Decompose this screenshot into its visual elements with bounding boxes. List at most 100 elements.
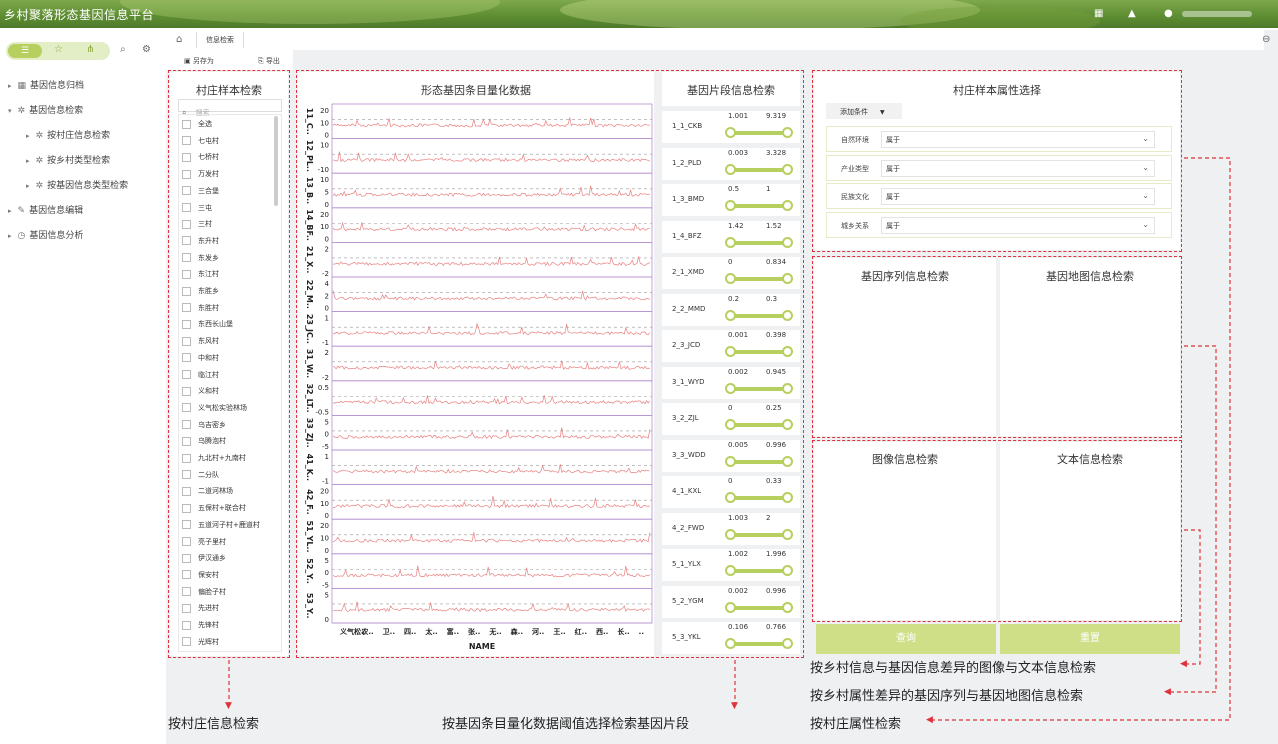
attribute-select[interactable]: 属于 ⌄ [881,131,1155,148]
checkbox[interactable] [182,152,191,162]
attribute-select[interactable]: 属于 ⌄ [881,188,1155,206]
village-list-item[interactable]: 临江村 [182,370,278,384]
village-list-item[interactable]: 七桥村 [182,152,278,166]
checkbox[interactable] [182,637,191,647]
checkbox[interactable] [182,420,191,430]
village-list-item[interactable]: 三屯 [182,203,278,217]
range-max-handle[interactable] [782,455,793,467]
range-min-handle[interactable] [725,163,736,175]
village-list-item[interactable]: 亮子里村 [182,537,278,551]
range-max-handle[interactable] [782,273,793,284]
range-max-handle[interactable] [782,236,793,248]
checkbox[interactable] [182,587,191,597]
checkbox[interactable] [182,186,191,196]
village-list-item[interactable]: 二道河林场 [182,486,278,500]
village-list-item[interactable]: 东风村 [182,336,278,350]
checkbox[interactable] [182,537,191,546]
checkbox[interactable] [182,203,191,212]
range-max-handle[interactable] [782,309,793,321]
range-track[interactable] [730,167,788,172]
checkbox[interactable] [182,403,191,413]
range-min-handle[interactable] [725,455,736,467]
attribute-select[interactable]: 属于 ⌄ [881,159,1155,177]
village-list-item[interactable]: 二分队 [182,470,278,484]
checkbox[interactable] [182,503,191,513]
checkbox[interactable] [182,286,191,296]
range-max-handle[interactable] [782,528,793,540]
range-track[interactable] [730,350,788,354]
village-list-item[interactable]: 三合堡 [182,186,278,200]
checkbox[interactable] [182,603,191,613]
village-list-item[interactable]: 先锋村 [182,620,278,634]
village-list-item[interactable]: 东胜村 [182,303,278,317]
range-max-handle[interactable] [782,382,793,394]
range-track[interactable] [730,204,788,208]
range-track[interactable] [730,131,788,135]
village-list-item[interactable]: 偏脸子村 [182,587,278,601]
checkbox[interactable] [182,219,191,229]
checkbox[interactable] [182,353,191,363]
range-track[interactable] [730,240,788,245]
attribute-select[interactable]: 属于 ⌄ [881,216,1155,234]
checkbox[interactable] [182,319,191,329]
checkbox[interactable] [182,453,191,463]
range-track[interactable] [730,496,788,500]
village-list-item[interactable]: 东升村 [182,236,278,250]
range-track[interactable] [730,313,788,318]
range-min-handle[interactable] [725,309,736,321]
checkbox[interactable] [182,370,191,379]
village-list-item[interactable]: 东胜乡 [182,286,278,300]
village-list-item[interactable]: 东西长山堡 [182,319,278,333]
checkbox[interactable] [182,136,191,146]
village-list-item[interactable]: 五保村+联合村 [182,503,278,517]
range-min-handle[interactable] [725,236,736,248]
range-min-handle[interactable] [725,528,736,540]
village-list-item[interactable]: 乌吉密乡 [182,420,278,434]
village-list-item[interactable]: 乌腾泡村 [182,436,278,450]
village-list-item[interactable]: 东发乡 [182,253,278,267]
checkbox[interactable] [182,436,191,446]
checkbox[interactable] [182,169,191,179]
village-list-item[interactable]: 七屯村 [182,136,278,150]
checkbox[interactable] [182,303,191,313]
range-min-handle[interactable] [725,200,736,211]
checkbox[interactable] [182,520,191,530]
range-track[interactable] [730,459,788,464]
village-list-item[interactable]: 九北村+九南村 [182,453,278,467]
range-max-handle[interactable] [782,127,793,138]
village-list-item[interactable]: 义和村 [182,386,278,400]
range-min-handle[interactable] [725,382,736,394]
range-min-handle[interactable] [725,127,736,138]
range-max-handle[interactable] [782,638,793,649]
range-max-handle[interactable] [782,601,793,613]
range-min-handle[interactable] [725,492,736,503]
checkbox[interactable] [182,570,191,580]
village-list-item[interactable]: 三村 [182,219,278,233]
range-track[interactable] [730,642,788,646]
village-list-item[interactable]: 先进村 [182,603,278,617]
checkbox[interactable] [182,236,191,246]
village-list-item[interactable]: 五道河子村+鹿道村 [182,520,278,534]
range-max-handle[interactable] [782,419,793,430]
range-track[interactable] [730,386,788,391]
village-list-item[interactable]: 东江村 [182,269,278,283]
village-list-item[interactable]: 保安村 [182,570,278,584]
village-list-item[interactable]: 义气松实验林场 [182,403,278,417]
village-list-item[interactable]: 光辉村 [182,637,278,651]
range-min-handle[interactable] [725,273,736,284]
range-min-handle[interactable] [725,419,736,430]
range-track[interactable] [730,532,788,537]
range-min-handle[interactable] [725,638,736,649]
range-min-handle[interactable] [725,346,736,357]
range-min-handle[interactable] [725,601,736,613]
range-max-handle[interactable] [782,200,793,211]
checkbox[interactable] [182,470,191,480]
checkbox[interactable] [182,119,191,129]
range-max-handle[interactable] [782,492,793,503]
village-list-item[interactable]: 伊汉通乡 [182,553,278,567]
village-list-item[interactable]: 全选 [182,119,278,133]
range-max-handle[interactable] [782,163,793,175]
checkbox[interactable] [182,253,191,263]
checkbox[interactable] [182,553,191,563]
checkbox[interactable] [182,486,191,496]
